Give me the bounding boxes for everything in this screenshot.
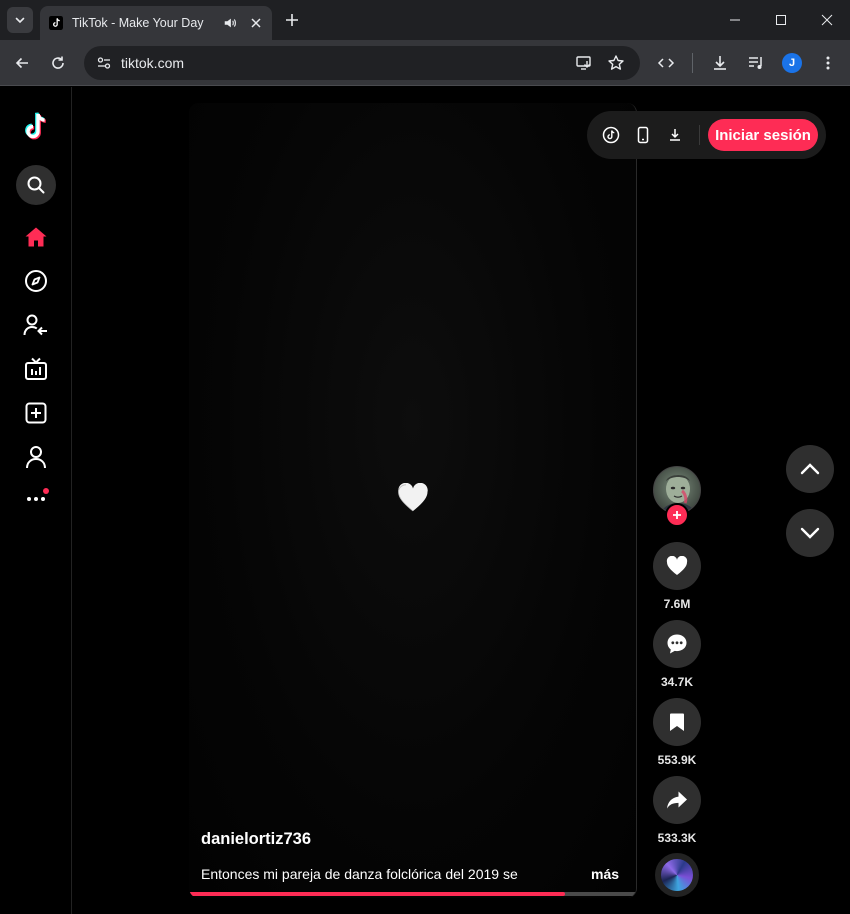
download-icon [714,56,726,70]
phone-icon [637,126,649,144]
tab-title: TikTok - Make Your Day [72,16,204,30]
compass-icon [25,270,47,292]
sidebar-item-search[interactable] [16,165,56,205]
back-button[interactable] [10,51,34,75]
comment-count: 34.7K [660,675,694,689]
minimize-button[interactable] [725,10,745,30]
download-icon [670,129,680,141]
chevron-up-icon [800,463,820,475]
user-icon [26,446,46,469]
minimize-icon [730,19,740,21]
save-button[interactable] [653,698,701,746]
upload-plus-icon [25,402,47,424]
site-info-icon[interactable] [92,51,116,75]
sidebar-item-more[interactable] [16,479,56,519]
sidebar-item-explore[interactable] [16,261,56,301]
search-icon [27,176,45,194]
heart-icon [666,556,688,575]
comment-icon [667,634,687,654]
media-controls-button[interactable] [744,51,768,75]
sidebar-item-following[interactable] [16,305,56,345]
downloads-button[interactable] [708,51,732,75]
login-button[interactable]: Iniciar sesión [708,119,818,151]
sidebar-item-upload[interactable] [16,393,56,433]
user-follow-icon [23,314,47,336]
tiktok-app-button[interactable] [599,123,623,147]
toolbar-separator [692,53,693,73]
plus-icon [286,14,298,26]
bookmark-icon [670,713,684,731]
caption-more-link[interactable]: más [591,866,619,882]
video-player[interactable]: danielortiz736 Entonces mi pareja de dan… [189,103,637,898]
arrow-left-icon [15,57,28,69]
save-count: 553.9K [657,753,697,767]
home-icon [25,227,47,247]
chevron-down-icon [15,17,25,24]
chevron-down-icon [800,527,820,539]
reload-icon [52,56,64,69]
more-dots-icon [27,497,45,501]
maximize-button[interactable] [771,10,791,30]
share-arrow-icon [667,791,687,809]
top-actions-separator [699,125,700,145]
like-button[interactable] [653,542,701,590]
browser-tab-active[interactable]: TikTok - Make Your Day [40,6,272,40]
speaker-icon[interactable] [222,15,238,31]
get-app-button[interactable] [631,123,655,147]
star-icon[interactable] [604,51,628,75]
profile-avatar[interactable]: J [782,53,802,73]
tiktok-logo-icon[interactable] [16,107,56,147]
top-actions-bar: Iniciar sesión [587,111,826,159]
kebab-menu-icon [826,56,830,70]
maximize-icon [776,15,786,25]
install-app-icon[interactable] [572,51,596,75]
address-bar[interactable]: tiktok.com [84,46,640,80]
heart-icon [398,483,428,512]
share-button[interactable] [653,776,701,824]
video-progress-bar[interactable] [189,892,636,896]
notification-dot [43,488,49,494]
tiktok-favicon-icon [48,15,64,31]
devtools-button[interactable] [654,51,678,75]
follow-button[interactable] [665,503,689,527]
video-caption: Entonces mi pareja de danza folclórica d… [201,866,518,882]
tab-close-icon[interactable] [248,15,264,31]
sidebar-item-profile[interactable] [16,437,56,477]
plus-icon [673,511,681,519]
music-disc[interactable] [655,853,699,897]
reload-button[interactable] [46,51,70,75]
next-video-button[interactable] [786,509,834,557]
like-count: 7.6M [663,597,691,611]
share-count: 533.3K [657,831,697,845]
sidebar-item-home[interactable] [16,217,56,257]
video-progress-fill [189,892,566,896]
media-controls-icon [749,57,762,69]
new-tab-button[interactable] [282,10,302,30]
live-tv-icon [25,357,47,380]
tiktok-sidebar [0,87,72,914]
video-author[interactable]: danielortiz736 [201,830,311,849]
previous-video-button[interactable] [786,445,834,493]
browser-tabstrip: TikTok - Make Your Day [0,0,850,40]
download-video-button[interactable] [663,123,687,147]
sidebar-item-live[interactable] [16,349,56,389]
code-icon [657,58,675,68]
tab-search-button[interactable] [7,7,33,33]
tiktok-circle-icon [602,126,620,144]
url-text[interactable]: tiktok.com [121,55,184,71]
comment-button[interactable] [653,620,701,668]
browser-menu-button[interactable] [816,51,840,75]
browser-toolbar: tiktok.com J [0,40,850,86]
close-window-button[interactable] [817,10,837,30]
close-icon [821,14,833,26]
